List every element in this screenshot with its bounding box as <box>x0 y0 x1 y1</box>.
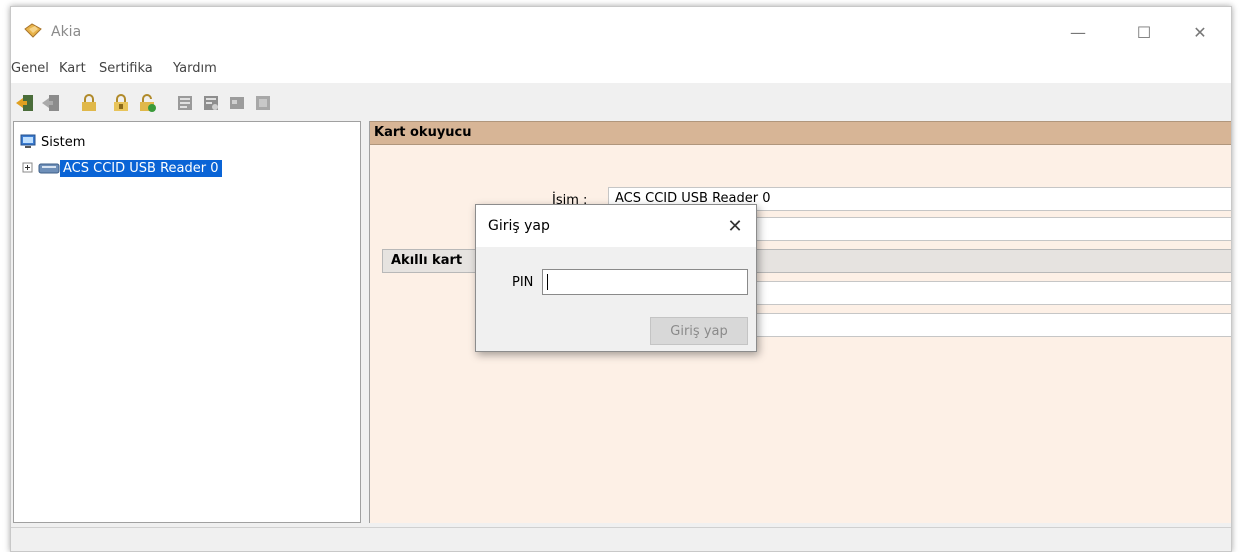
card-disabled-icon[interactable] <box>253 93 273 113</box>
reader-header: Kart okuyucu <box>370 121 1231 145</box>
certificate-icon[interactable] <box>201 93 221 113</box>
tree-item-reader[interactable]: ACS CCID USB Reader 0 <box>22 158 222 178</box>
close-button[interactable]: ✕ <box>1177 17 1223 47</box>
login-dialog: Giriş yap ✕ PIN Giriş yap <box>475 204 757 352</box>
expand-icon[interactable] <box>22 162 34 174</box>
title-bar[interactable]: Akia — ☐ ✕ <box>11 7 1231 55</box>
tree-panel: Sistem ACS CCID USB Reader 0 <box>13 121 361 523</box>
close-icon: ✕ <box>727 215 743 237</box>
logout-icon[interactable] <box>41 93 61 113</box>
menu-bar: Genel Kart Sertifika Yardım <box>11 55 1231 83</box>
login-button[interactable]: Giriş yap <box>650 317 748 345</box>
unlock-icon[interactable] <box>137 93 157 113</box>
lock-alt-icon[interactable] <box>111 93 131 113</box>
minimize-button[interactable]: — <box>1055 17 1101 47</box>
menu-kart[interactable]: Kart <box>59 61 86 76</box>
menu-genel[interactable]: Genel <box>11 61 49 76</box>
tree-label-sistem: Sistem <box>41 134 86 150</box>
app-logo-icon <box>24 23 42 38</box>
key-icon[interactable] <box>175 93 195 113</box>
dialog-title-bar[interactable]: Giriş yap ✕ <box>476 205 756 247</box>
pin-input[interactable] <box>542 269 748 295</box>
pin-label: PIN <box>512 275 534 290</box>
menu-yardim[interactable]: Yardım <box>173 61 217 76</box>
maximize-button[interactable]: ☐ <box>1121 17 1167 47</box>
menu-sertifika[interactable]: Sertifika <box>99 61 153 76</box>
card-icon[interactable] <box>227 93 247 113</box>
dialog-close-button[interactable]: ✕ <box>722 213 748 239</box>
window-title: Akia <box>51 24 82 40</box>
close-icon: ✕ <box>1193 22 1207 42</box>
card-reader-icon <box>38 163 60 174</box>
toolbar <box>11 85 1231 121</box>
text-caret <box>547 274 548 290</box>
dialog-title: Giriş yap <box>488 218 550 234</box>
status-bar <box>11 527 1231 551</box>
tree-label-reader: ACS CCID USB Reader 0 <box>60 159 222 177</box>
computer-icon <box>20 134 36 148</box>
minimize-icon: — <box>1070 22 1086 42</box>
maximize-icon: ☐ <box>1136 22 1152 42</box>
lock-icon[interactable] <box>79 93 99 113</box>
login-icon[interactable] <box>15 93 35 113</box>
tree-item-sistem[interactable]: Sistem <box>20 132 88 152</box>
